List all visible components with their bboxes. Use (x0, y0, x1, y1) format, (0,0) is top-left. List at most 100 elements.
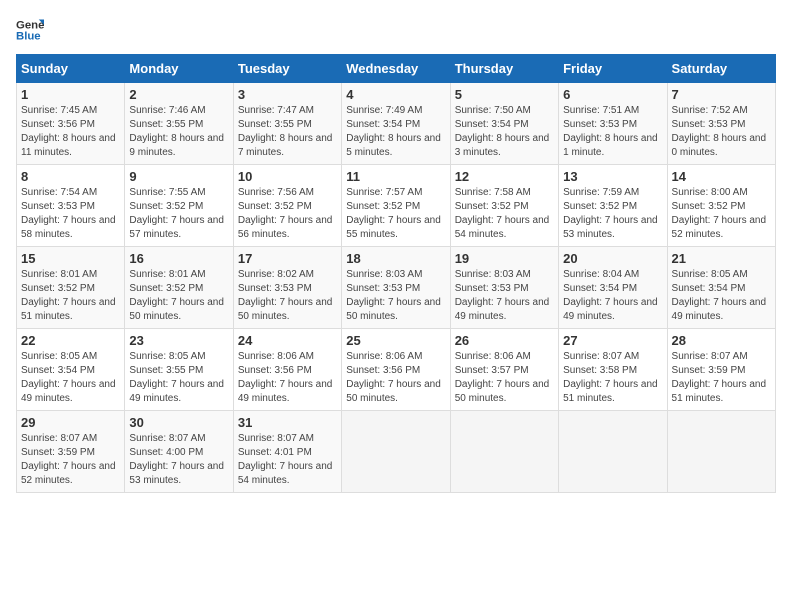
day-info: Sunrise: 8:06 AMSunset: 3:57 PMDaylight:… (455, 350, 554, 406)
calendar-week-4: 22Sunrise: 8:05 AMSunset: 3:54 PMDayligh… (17, 329, 776, 411)
day-number: 17 (238, 251, 337, 266)
calendar-week-5: 29 Sunrise: 8:07 AMSunset: 3:59 PMDayligh… (17, 411, 776, 493)
calendar-cell: 10 Sunrise: 7:56 AMSunset: 3:52 PMDayligh… (233, 165, 341, 247)
calendar-cell: 16 Sunrise: 8:01 AMSunset: 3:52 PMDayligh… (125, 247, 233, 329)
header-row: SundayMondayTuesdayWednesdayThursdayFrid… (17, 55, 776, 83)
day-number: 18 (346, 251, 445, 266)
day-info: Sunrise: 8:07 AMSunset: 4:00 PMDaylight:… (129, 432, 228, 488)
day-number: 10 (238, 169, 337, 184)
day-info: Sunrise: 7:45 AMSunset: 3:56 PMDaylight:… (21, 104, 120, 160)
day-number: 23 (129, 333, 228, 348)
day-number: 14 (672, 169, 771, 184)
day-number: 3 (238, 87, 337, 102)
calendar-cell: 28Sunrise: 8:07 AMSunset: 3:59 PMDayligh… (667, 329, 775, 411)
day-info: Sunrise: 7:50 AMSunset: 3:54 PMDaylight:… (455, 104, 554, 160)
calendar-cell: 23 Sunrise: 8:05 AMSunset: 3:55 PMDayligh… (125, 329, 233, 411)
day-number: 29 (21, 415, 120, 430)
day-number: 30 (129, 415, 228, 430)
calendar-cell (559, 411, 667, 493)
day-info: Sunrise: 8:00 AMSunset: 3:52 PMDaylight:… (672, 186, 771, 242)
day-number: 19 (455, 251, 554, 266)
day-info: Sunrise: 7:58 AMSunset: 3:52 PMDaylight:… (455, 186, 554, 242)
calendar-header: SundayMondayTuesdayWednesdayThursdayFrid… (17, 55, 776, 83)
calendar-cell: 6 Sunrise: 7:51 AMSunset: 3:53 PMDaylight… (559, 83, 667, 165)
day-number: 12 (455, 169, 554, 184)
calendar-cell: 15 Sunrise: 8:01 AMSunset: 3:52 PMDayligh… (17, 247, 125, 329)
calendar-cell: 8 Sunrise: 7:54 AMSunset: 3:53 PMDaylight… (17, 165, 125, 247)
calendar-cell: 18Sunrise: 8:03 AMSunset: 3:53 PMDayligh… (342, 247, 450, 329)
calendar-cell: 9Sunrise: 7:55 AMSunset: 3:52 PMDaylight… (125, 165, 233, 247)
header-cell-saturday: Saturday (667, 55, 775, 83)
day-info: Sunrise: 7:56 AMSunset: 3:52 PMDaylight:… (238, 186, 337, 242)
header-cell-friday: Friday (559, 55, 667, 83)
calendar-cell: 22Sunrise: 8:05 AMSunset: 3:54 PMDayligh… (17, 329, 125, 411)
day-number: 11 (346, 169, 445, 184)
calendar-cell (667, 411, 775, 493)
day-number: 26 (455, 333, 554, 348)
calendar-week-3: 15 Sunrise: 8:01 AMSunset: 3:52 PMDayligh… (17, 247, 776, 329)
calendar-cell: 7 Sunrise: 7:52 AMSunset: 3:53 PMDaylight… (667, 83, 775, 165)
day-info: Sunrise: 8:03 AMSunset: 3:53 PMDaylight:… (455, 268, 554, 324)
header-cell-monday: Monday (125, 55, 233, 83)
calendar-cell: 3 Sunrise: 7:47 AMSunset: 3:55 PMDaylight… (233, 83, 341, 165)
day-number: 27 (563, 333, 662, 348)
calendar-cell: 26 Sunrise: 8:06 AMSunset: 3:57 PMDayligh… (450, 329, 558, 411)
day-number: 2 (129, 87, 228, 102)
day-info: Sunrise: 8:01 AMSunset: 3:52 PMDaylight:… (21, 268, 120, 324)
day-number: 8 (21, 169, 120, 184)
calendar-cell: 29 Sunrise: 8:07 AMSunset: 3:59 PMDayligh… (17, 411, 125, 493)
calendar-cell: 30 Sunrise: 8:07 AMSunset: 4:00 PMDayligh… (125, 411, 233, 493)
day-number: 15 (21, 251, 120, 266)
calendar-cell: 20 Sunrise: 8:04 AMSunset: 3:54 PMDayligh… (559, 247, 667, 329)
calendar-body: 1 Sunrise: 7:45 AMSunset: 3:56 PMDaylight… (17, 83, 776, 493)
day-number: 25 (346, 333, 445, 348)
day-info: Sunrise: 8:01 AMSunset: 3:52 PMDaylight:… (129, 268, 228, 324)
calendar-cell (450, 411, 558, 493)
day-info: Sunrise: 7:52 AMSunset: 3:53 PMDaylight:… (672, 104, 771, 160)
day-info: Sunrise: 8:07 AMSunset: 4:01 PMDaylight:… (238, 432, 337, 488)
day-number: 1 (21, 87, 120, 102)
calendar-table: SundayMondayTuesdayWednesdayThursdayFrid… (16, 54, 776, 493)
day-info: Sunrise: 8:04 AMSunset: 3:54 PMDaylight:… (563, 268, 662, 324)
calendar-cell: 19 Sunrise: 8:03 AMSunset: 3:53 PMDayligh… (450, 247, 558, 329)
day-number: 5 (455, 87, 554, 102)
calendar-cell: 31 Sunrise: 8:07 AMSunset: 4:01 PMDayligh… (233, 411, 341, 493)
day-info: Sunrise: 7:55 AMSunset: 3:52 PMDaylight:… (129, 186, 228, 242)
day-info: Sunrise: 7:49 AMSunset: 3:54 PMDaylight:… (346, 104, 445, 160)
calendar-cell: 1 Sunrise: 7:45 AMSunset: 3:56 PMDaylight… (17, 83, 125, 165)
calendar-cell: 12 Sunrise: 7:58 AMSunset: 3:52 PMDayligh… (450, 165, 558, 247)
day-info: Sunrise: 8:02 AMSunset: 3:53 PMDaylight:… (238, 268, 337, 324)
day-number: 7 (672, 87, 771, 102)
header-cell-thursday: Thursday (450, 55, 558, 83)
calendar-cell: 4 Sunrise: 7:49 AMSunset: 3:54 PMDaylight… (342, 83, 450, 165)
day-info: Sunrise: 8:05 AMSunset: 3:55 PMDaylight:… (129, 350, 228, 406)
day-info: Sunrise: 8:07 AMSunset: 3:59 PMDaylight:… (672, 350, 771, 406)
calendar-cell: 13Sunrise: 7:59 AMSunset: 3:52 PMDayligh… (559, 165, 667, 247)
day-number: 24 (238, 333, 337, 348)
calendar-cell: 27 Sunrise: 8:07 AMSunset: 3:58 PMDayligh… (559, 329, 667, 411)
day-number: 31 (238, 415, 337, 430)
calendar-cell: 17 Sunrise: 8:02 AMSunset: 3:53 PMDayligh… (233, 247, 341, 329)
logo-icon: General Blue (16, 16, 44, 44)
day-info: Sunrise: 8:07 AMSunset: 3:59 PMDaylight:… (21, 432, 120, 488)
day-number: 20 (563, 251, 662, 266)
day-info: Sunrise: 7:47 AMSunset: 3:55 PMDaylight:… (238, 104, 337, 160)
header-cell-tuesday: Tuesday (233, 55, 341, 83)
day-number: 22 (21, 333, 120, 348)
day-number: 21 (672, 251, 771, 266)
page-header: General Blue (16, 16, 776, 44)
day-info: Sunrise: 8:05 AMSunset: 3:54 PMDaylight:… (672, 268, 771, 324)
header-cell-sunday: Sunday (17, 55, 125, 83)
day-number: 4 (346, 87, 445, 102)
header-cell-wednesday: Wednesday (342, 55, 450, 83)
day-info: Sunrise: 8:06 AMSunset: 3:56 PMDaylight:… (346, 350, 445, 406)
day-info: Sunrise: 7:51 AMSunset: 3:53 PMDaylight:… (563, 104, 662, 160)
calendar-week-2: 8 Sunrise: 7:54 AMSunset: 3:53 PMDaylight… (17, 165, 776, 247)
day-info: Sunrise: 8:07 AMSunset: 3:58 PMDaylight:… (563, 350, 662, 406)
day-number: 16 (129, 251, 228, 266)
calendar-cell: 5 Sunrise: 7:50 AMSunset: 3:54 PMDaylight… (450, 83, 558, 165)
day-info: Sunrise: 7:54 AMSunset: 3:53 PMDaylight:… (21, 186, 120, 242)
calendar-week-1: 1 Sunrise: 7:45 AMSunset: 3:56 PMDaylight… (17, 83, 776, 165)
day-number: 6 (563, 87, 662, 102)
svg-text:General: General (16, 19, 44, 31)
